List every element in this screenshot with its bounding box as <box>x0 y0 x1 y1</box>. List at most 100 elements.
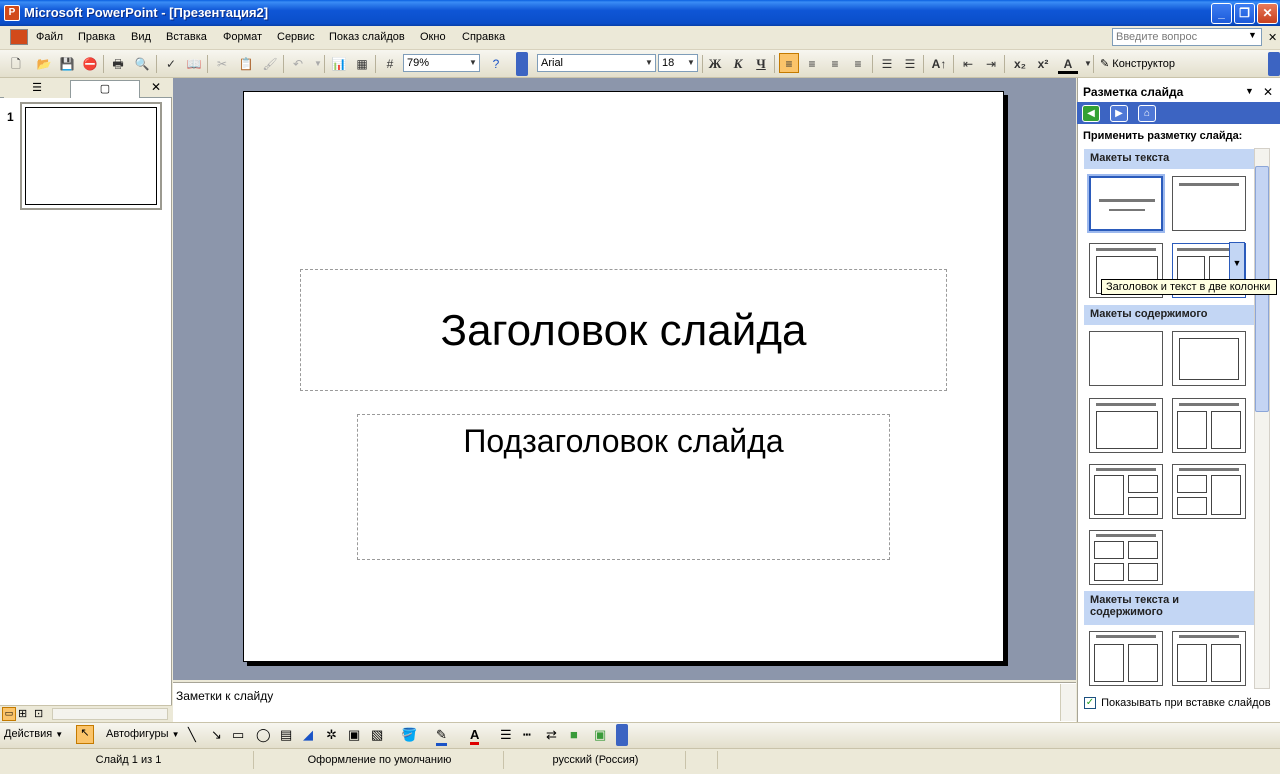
shadow-icon[interactable]: ■ <box>570 727 578 742</box>
rectangle-icon[interactable]: ▭ <box>232 727 244 743</box>
layout-title-2-content-content[interactable] <box>1172 464 1246 519</box>
font-color-dropdown-icon[interactable]: ▼ <box>1078 54 1098 74</box>
3d-icon[interactable]: ▣ <box>594 727 606 743</box>
layout-title-4-content[interactable] <box>1089 530 1163 585</box>
slideshow-icon[interactable]: ⊡ <box>34 707 43 720</box>
numbering-icon[interactable]: ☰ <box>877 54 897 74</box>
title-placeholder[interactable]: Заголовок слайда <box>300 269 947 391</box>
normal-view-icon[interactable]: ▭ <box>2 707 16 721</box>
diagram-icon[interactable]: ✲ <box>326 727 337 743</box>
layout-title-content-text[interactable] <box>1172 631 1246 686</box>
home-icon[interactable]: ⌂ <box>1138 105 1156 122</box>
layout-title-content-2-content[interactable] <box>1089 464 1163 519</box>
tab-slides[interactable]: ▢ <box>70 80 140 98</box>
grid-icon[interactable]: # <box>380 54 400 74</box>
font-color-draw-icon[interactable]: A <box>470 727 480 745</box>
permission-icon[interactable]: ⛔ <box>80 54 100 74</box>
powerpoint-app-icon[interactable]: P <box>4 5 20 21</box>
spelling-icon[interactable]: ✓ <box>161 54 181 74</box>
line-style-icon[interactable]: ☰ <box>500 727 512 743</box>
undo-dropdown-icon[interactable]: ▼ <box>308 54 328 74</box>
close-button[interactable]: ✕ <box>1257 3 1278 24</box>
task-pane-close-icon[interactable]: ✕ <box>1263 85 1273 99</box>
layout-content[interactable] <box>1172 331 1246 386</box>
zoom-dropdown-icon[interactable]: ▼ <box>467 55 479 71</box>
notes-pane[interactable]: Заметки к слайду <box>173 682 1076 722</box>
line-color-icon[interactable]: ✎ <box>436 727 447 746</box>
subtitle-placeholder[interactable]: Подзаголовок слайда <box>357 414 890 560</box>
slide-sorter-icon[interactable]: ⊞ <box>18 707 27 720</box>
picture-icon[interactable]: ▧ <box>371 727 383 743</box>
ask-dropdown-icon[interactable]: ▼ <box>1248 30 1257 40</box>
open-icon[interactable]: 📂 <box>34 54 54 74</box>
wordart-icon[interactable]: ◢ <box>303 727 313 743</box>
close-panel-icon[interactable]: ✕ <box>151 80 161 94</box>
increase-font-icon[interactable]: A↑ <box>929 54 949 74</box>
fill-color-icon[interactable]: 🪣 <box>401 727 417 743</box>
italic-button[interactable]: К <box>728 54 748 74</box>
layout-title-only[interactable] <box>1172 176 1246 231</box>
back-icon[interactable]: ◀ <box>1082 105 1100 122</box>
checkbox-check-icon[interactable]: ✓ <box>1084 697 1096 710</box>
print-icon[interactable]: 🖶 <box>108 54 128 74</box>
font-name-dropdown-icon[interactable]: ▼ <box>643 55 655 71</box>
minimize-button[interactable]: _ <box>1211 3 1232 24</box>
designer-button[interactable]: ✎ Конструктор <box>1100 57 1175 70</box>
bold-button[interactable]: Ж <box>705 54 725 74</box>
layout-title-content[interactable] <box>1089 398 1163 453</box>
line-icon[interactable]: ╲ <box>188 727 196 743</box>
align-left-icon[interactable]: ≡ <box>779 53 799 73</box>
dash-style-icon[interactable]: ┅ <box>523 727 531 743</box>
format-painter-icon[interactable]: 🖌 <box>260 54 280 74</box>
tab-outline[interactable]: ☰ <box>4 80 70 98</box>
arrow-icon[interactable]: ↘ <box>211 727 222 743</box>
increase-indent-icon[interactable]: ⇥ <box>981 54 1001 74</box>
toolbar-options-icon[interactable] <box>1268 52 1280 76</box>
paste-icon[interactable]: 📋 <box>236 54 256 74</box>
new-doc-icon[interactable]: 🗋 <box>6 54 26 74</box>
print-preview-icon[interactable]: 🔍 <box>132 54 152 74</box>
research-icon[interactable]: 📖 <box>184 54 204 74</box>
document-icon[interactable] <box>10 29 28 45</box>
close-doc-icon[interactable]: ✕ <box>1268 31 1277 44</box>
toolbar-options-icon[interactable] <box>516 52 528 76</box>
show-on-insert-checkbox[interactable]: ✓ Показывать при вставке слайдов <box>1084 697 1271 710</box>
underline-button[interactable]: Ч <box>751 54 771 74</box>
toolbar-options-icon[interactable] <box>616 724 628 746</box>
layout-blank[interactable] <box>1089 331 1163 386</box>
superscript-icon[interactable]: x² <box>1033 54 1053 74</box>
undo-icon[interactable]: ↶ <box>288 54 308 74</box>
layout-title-slide[interactable] <box>1089 176 1163 231</box>
zoom-select[interactable]: 79% ▼ <box>403 54 480 72</box>
textbox-icon[interactable]: ▤ <box>280 727 292 743</box>
align-center-icon[interactable]: ≡ <box>802 54 822 74</box>
actions-menu[interactable]: Действия ▼ <box>4 728 63 740</box>
horizontal-scrollbar[interactable] <box>52 708 168 720</box>
align-right-icon[interactable]: ≡ <box>825 54 845 74</box>
task-pane-dropdown-icon[interactable]: ▼ <box>1245 86 1254 96</box>
arrow-style-icon[interactable]: ⇄ <box>546 727 557 743</box>
cut-icon[interactable]: ✂ <box>212 54 232 74</box>
select-pointer-icon[interactable]: ↖ <box>76 725 94 744</box>
font-size-dropdown-icon[interactable]: ▼ <box>685 55 697 71</box>
decrease-indent-icon[interactable]: ⇤ <box>958 54 978 74</box>
layout-title-text-content[interactable] <box>1089 631 1163 686</box>
slide-thumbnail[interactable] <box>20 102 162 210</box>
justify-icon[interactable]: ≡ <box>848 54 868 74</box>
bullets-icon[interactable]: ☰ <box>900 54 920 74</box>
layout-title-two-content[interactable] <box>1172 398 1246 453</box>
subscript-icon[interactable]: x₂ <box>1010 54 1030 74</box>
notes-scrollbar[interactable] <box>1060 684 1076 721</box>
font-color-icon[interactable]: A <box>1058 54 1078 74</box>
layout-dropdown-icon[interactable]: ▼ <box>1229 242 1245 282</box>
help-icon[interactable]: ? <box>486 54 506 74</box>
insert-table-icon[interactable]: ▦ <box>352 54 372 74</box>
oval-icon[interactable]: ◯ <box>256 727 271 743</box>
forward-icon[interactable]: ▶ <box>1110 105 1128 122</box>
save-icon[interactable]: 💾 <box>57 54 77 74</box>
font-name-select[interactable]: Arial ▼ <box>537 54 656 72</box>
clipart-icon[interactable]: ▣ <box>348 727 360 743</box>
ask-question-input[interactable]: Введите вопрос <box>1112 28 1262 46</box>
restore-button[interactable]: ❐ <box>1234 3 1255 24</box>
insert-chart-icon[interactable]: 📊 <box>329 54 349 74</box>
